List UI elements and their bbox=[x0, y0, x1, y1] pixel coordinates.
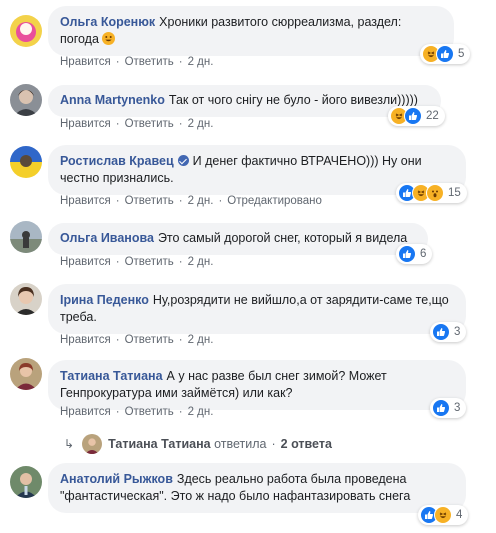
comment-author[interactable]: Анатолий Рыжков bbox=[60, 472, 173, 486]
comment-author[interactable]: Ольга Коренюк bbox=[60, 15, 155, 29]
comment-text: Так от чого снігу не було - його вивезли… bbox=[168, 93, 418, 107]
comment-timestamp[interactable]: 2 дн. bbox=[188, 256, 214, 268]
comment-actions: Нравится · Ответить · 2 дн. bbox=[60, 406, 214, 418]
reaction-summary[interactable]: 5 bbox=[420, 44, 471, 64]
comment-timestamp[interactable]: 2 дн. bbox=[188, 195, 214, 207]
reply-link[interactable]: Ответить bbox=[125, 118, 174, 130]
reaction-summary[interactable]: 15 bbox=[396, 183, 467, 203]
reaction-count: 3 bbox=[454, 326, 461, 338]
reply-arrow-icon: ↳ bbox=[64, 437, 75, 451]
like-reaction-icon bbox=[398, 245, 416, 263]
like-link[interactable]: Нравится bbox=[60, 56, 111, 68]
like-reaction-icon bbox=[404, 107, 422, 125]
reaction-summary[interactable]: 3 bbox=[430, 322, 467, 342]
verified-badge-icon bbox=[177, 155, 189, 166]
reaction-count: 3 bbox=[454, 402, 461, 414]
like-link[interactable]: Нравится bbox=[60, 256, 111, 268]
reply-verb: ответила bbox=[214, 437, 267, 451]
reply-author-name[interactable]: Татиана Татиана bbox=[108, 437, 211, 451]
like-link[interactable]: Нравится bbox=[60, 118, 111, 130]
reply-link[interactable]: Ответить bbox=[125, 256, 174, 268]
reaction-count: 5 bbox=[458, 48, 465, 60]
like-reaction-icon bbox=[432, 323, 450, 341]
comment-author[interactable]: Ростислав Кравец bbox=[60, 154, 174, 168]
reaction-count: 15 bbox=[448, 187, 461, 199]
comment-timestamp[interactable]: 2 дн. bbox=[188, 56, 214, 68]
avatar[interactable] bbox=[10, 15, 42, 47]
comment-bubble: Анатолий Рыжков Здесь реально работа была… bbox=[48, 463, 466, 513]
comment-actions: Нравится · Ответить · 2 дн. bbox=[60, 118, 214, 130]
comment-bubble: Anna Martynenko Так от чого снігу не було… bbox=[48, 85, 441, 117]
edited-label: Отредактировано bbox=[227, 195, 322, 207]
reply-author-avatar bbox=[82, 434, 103, 454]
like-link[interactable]: Нравится bbox=[60, 195, 111, 207]
reply-link[interactable]: Ответить bbox=[125, 195, 174, 207]
reply-link[interactable]: Ответить bbox=[125, 334, 174, 346]
like-link[interactable]: Нравится bbox=[60, 334, 111, 346]
grinning-face-icon bbox=[102, 32, 116, 45]
like-link[interactable]: Нравится bbox=[60, 406, 111, 418]
comment-author[interactable]: Татиана Татиана bbox=[60, 369, 163, 383]
comment-bubble: Ольга Иванова Это самый дорогой снег, кот… bbox=[48, 223, 428, 255]
reply-link[interactable]: Ответить bbox=[125, 406, 174, 418]
comment-timestamp[interactable]: 2 дн. bbox=[188, 118, 214, 130]
avatar[interactable] bbox=[10, 283, 42, 315]
like-reaction-icon bbox=[436, 45, 454, 63]
comments-feed: Ольга Коренюк Хроники развитого сюрреализ… bbox=[0, 0, 496, 533]
comment-text: Это самый дорогой снег, который я видела bbox=[157, 231, 408, 245]
avatar[interactable] bbox=[10, 146, 42, 178]
comment-author[interactable]: Anna Martynenko bbox=[60, 93, 165, 107]
comment-actions: Нравится · Ответить · 2 дн. bbox=[60, 56, 214, 68]
comment-actions: Нравится · Ответить · 2 дн. bbox=[60, 256, 214, 268]
comment-bubble: Ірина Педенко Ну,розрядити не вийшло,а от… bbox=[48, 284, 466, 334]
comment-timestamp[interactable]: 2 дн. bbox=[188, 334, 214, 346]
avatar[interactable] bbox=[10, 221, 42, 253]
comment-bubble: Ольга Коренюк Хроники развитого сюрреализ… bbox=[48, 6, 454, 56]
comment-author[interactable]: Ірина Педенко bbox=[60, 293, 149, 307]
comment-actions: Нравится · Ответить · 2 дн. · Отредактировано bbox=[60, 195, 322, 207]
avatar[interactable] bbox=[10, 84, 42, 116]
reaction-summary[interactable]: 22 bbox=[388, 106, 445, 126]
comment-author[interactable]: Ольга Иванова bbox=[60, 231, 154, 245]
reaction-count: 4 bbox=[456, 509, 463, 521]
wow-reaction-icon bbox=[426, 184, 444, 202]
like-reaction-icon bbox=[432, 399, 450, 417]
reaction-count: 22 bbox=[426, 110, 439, 122]
avatar[interactable] bbox=[10, 466, 42, 498]
comment-bubble: Татиана Татиана А у нас разве был снег зи… bbox=[48, 360, 466, 410]
comment-actions: Нравится · Ответить · 2 дн. bbox=[60, 334, 214, 346]
reply-count[interactable]: 2 ответа bbox=[281, 437, 332, 451]
reaction-summary[interactable]: 3 bbox=[430, 398, 467, 418]
view-replies-link[interactable]: ↳ Татиана Татиана ответила · 2 ответа bbox=[64, 434, 332, 454]
reaction-count: 6 bbox=[420, 248, 427, 260]
haha-reaction-icon bbox=[434, 506, 452, 524]
comment-timestamp[interactable]: 2 дн. bbox=[188, 406, 214, 418]
reaction-summary[interactable]: 4 bbox=[418, 505, 469, 525]
avatar[interactable] bbox=[10, 358, 42, 390]
reply-link[interactable]: Ответить bbox=[125, 56, 174, 68]
reaction-summary[interactable]: 6 bbox=[396, 244, 433, 264]
